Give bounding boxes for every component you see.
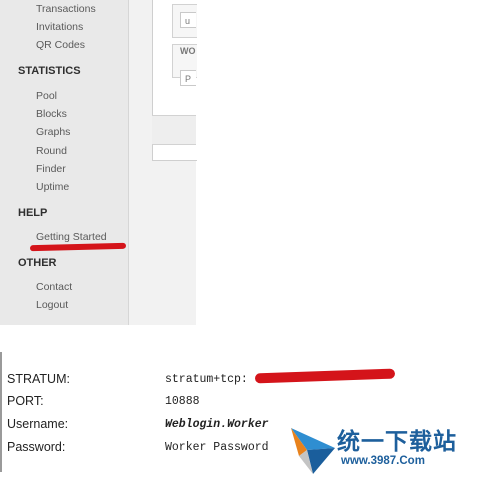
dashboard-screenshot: Transactions Invitations QR Codes STATIS… xyxy=(0,0,481,325)
sidebar-item-logout[interactable]: Logout xyxy=(36,298,68,312)
frame-edge xyxy=(0,352,2,472)
sidebar-heading-statistics: STATISTICS xyxy=(18,65,81,77)
panel-footer xyxy=(152,115,196,145)
stratum-label: STRATUM: xyxy=(7,372,70,386)
redaction-mark xyxy=(254,368,396,384)
watermark: 统一下载站 www.3987.Com xyxy=(289,420,469,478)
sidebar-item-round[interactable]: Round xyxy=(36,144,67,158)
sidebar-heading-help: HELP xyxy=(18,207,48,219)
sidebar-item-uptime[interactable]: Uptime xyxy=(36,180,69,194)
port-value: 10888 xyxy=(165,395,200,408)
sidebar-item-graphs[interactable]: Graphs xyxy=(36,125,70,139)
sidebar-item-finder[interactable]: Finder xyxy=(36,162,66,176)
field-label-2: WO xyxy=(180,46,196,56)
password-label: Password: xyxy=(7,440,66,454)
stratum-value: stratum+tcp: xyxy=(165,373,248,386)
sidebar-item-pool[interactable]: Pool xyxy=(36,89,57,103)
port-label: PORT: xyxy=(7,394,44,408)
sidebar-item-invitations[interactable]: Invitations xyxy=(36,20,83,34)
sidebar-item-qr-codes[interactable]: QR Codes xyxy=(36,38,85,52)
sidebar-item-transactions[interactable]: Transactions xyxy=(36,2,96,16)
watermark-title: 统一下载站 xyxy=(337,429,457,455)
watermark-url: www.3987.Com xyxy=(341,455,425,467)
username-value: Weblogin.Worker xyxy=(165,418,269,431)
password-value: Worker Password xyxy=(165,441,269,454)
sidebar-item-getting-started[interactable]: Getting Started xyxy=(36,230,107,244)
sidebar-item-contact[interactable]: Contact xyxy=(36,280,72,294)
watermark-logo-icon xyxy=(291,428,335,474)
sidebar-heading-other: OTHER xyxy=(18,257,57,269)
sidebar-item-blocks[interactable]: Blocks xyxy=(36,107,67,121)
field-input-1[interactable]: u xyxy=(180,12,196,28)
sidebar: Transactions Invitations QR Codes STATIS… xyxy=(0,0,129,325)
field-input-2[interactable]: P xyxy=(180,70,196,86)
username-label: Username: xyxy=(7,417,69,431)
